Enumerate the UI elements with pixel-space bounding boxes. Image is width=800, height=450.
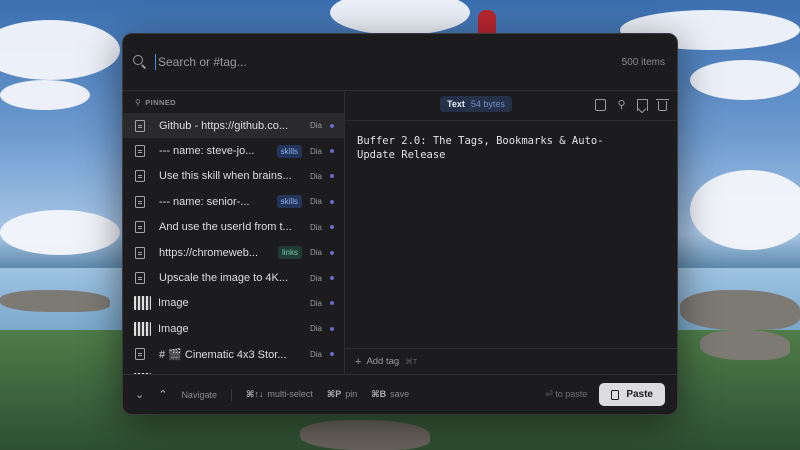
unread-dot [330, 149, 334, 154]
add-tag-button[interactable]: + Add tag ⌘T [345, 348, 677, 374]
to-paste-hint: ⏎ to paste [545, 389, 588, 399]
search-input[interactable] [155, 54, 622, 70]
list-item[interactable]: Upscale the image to 4K... Dia [123, 265, 344, 290]
pin-icon[interactable]: ⚲ [616, 99, 627, 111]
source-app-label: Dia [310, 248, 323, 258]
list-item-label: --- name: senior-... [159, 195, 250, 208]
navigate-hint: Navigate [181, 389, 217, 400]
source-app-label: Dia [310, 324, 323, 334]
unread-dot [330, 301, 334, 306]
paste-button[interactable]: Paste [599, 383, 665, 406]
unread-dot [330, 352, 334, 357]
pin-hint: ⌘P pin [326, 389, 358, 399]
add-tag-label: Add tag [366, 356, 400, 367]
list-item-label: Upscale the image to 4K... [159, 272, 289, 285]
preview-toolbar: Text 54 bytes ⚲ [345, 91, 677, 120]
source-app-label: Dia [310, 171, 323, 181]
list-item-label: --- name: steve-jo... [159, 145, 255, 158]
footer-bar: ⌄ ⌃ Navigate ⌘↑↓ multi-select ⌘P pin ⌘B sav… [123, 374, 677, 414]
content-size: 54 bytes [470, 99, 505, 109]
list-item[interactable]: Image Dia [123, 316, 344, 341]
list-item-label: # 🎬 Cinematic 4x3 Stor... [159, 348, 287, 361]
list-item[interactable]: --- name: steve-jo... skills Dia [123, 138, 344, 163]
tag-badge[interactable]: links [277, 246, 302, 260]
type-badge: Text 54 bytes [440, 96, 512, 112]
list-item-label: And use the userId from t... [159, 221, 292, 234]
document-icon [135, 170, 145, 183]
list-item[interactable]: Use this skill when brains... Dia [123, 164, 344, 189]
preview-pane: Text 54 bytes ⚲ Buffer 2.0: The Tags, Bo… [345, 91, 677, 374]
list-item[interactable]: Github - https://github.co... Dia [123, 113, 344, 139]
chevron-down-icon[interactable]: ⌄ [135, 388, 144, 401]
multiselect-hint: ⌘↑↓ multi-select [245, 389, 313, 399]
divider [230, 388, 232, 401]
document-icon [135, 221, 145, 234]
plus-icon: + [355, 355, 362, 368]
list-item[interactable]: # 🎬 Cinematic 4x3 Stor... Dia [123, 342, 344, 367]
source-app-label: Dia [310, 273, 323, 283]
list-item[interactable]: https://chromeweb... links Dia [123, 240, 344, 265]
list-item[interactable]: And use the userId from t... Dia [123, 215, 344, 240]
tag-badge[interactable]: skills [276, 195, 302, 209]
list-item[interactable]: --- name: senior-... skills Dia [123, 189, 344, 214]
list-item-label: Image [158, 297, 189, 310]
list-item-label: Image [158, 322, 189, 335]
document-icon [135, 195, 145, 208]
unread-dot [330, 225, 334, 230]
content-type: Text [447, 99, 465, 109]
preview-content[interactable]: Buffer 2.0: The Tags, Bookmarks & Auto- … [357, 134, 637, 162]
search-bar: 500 items [123, 34, 677, 90]
pinned-section-header: ⚲ PINNED [135, 97, 177, 107]
source-app-label: Dia [310, 146, 323, 156]
chevron-up-icon[interactable]: ⌃ [158, 388, 167, 401]
list-item-label: https://chromeweb... [159, 246, 259, 259]
bookmark-icon[interactable] [637, 99, 648, 111]
trash-icon[interactable] [656, 99, 669, 111]
document-icon [135, 145, 145, 158]
document-icon [135, 119, 145, 132]
unread-dot [330, 326, 334, 331]
copy-icon[interactable] [595, 99, 606, 111]
add-tag-shortcut: ⌘T [405, 357, 418, 366]
image-thumbnail-icon [134, 296, 151, 311]
document-icon [135, 246, 145, 259]
source-app-label: Dia [310, 222, 323, 232]
source-app-label: Dia [310, 349, 323, 359]
clipboard-icon [611, 389, 620, 400]
document-icon [135, 348, 145, 361]
unread-dot [330, 199, 334, 204]
unread-dot [330, 250, 334, 255]
list-item[interactable]: I [123, 367, 344, 374]
list-item-label: Github - https://github.co... [159, 119, 289, 132]
pin-icon: ⚲ [135, 97, 142, 107]
unread-dot [330, 174, 334, 179]
document-icon [135, 272, 145, 285]
clipboard-list[interactable]: ⚲ PINNED Github - https://github.co... Di… [123, 91, 344, 374]
list-item-label: Use this skill when brains... [159, 170, 292, 183]
clipboard-manager-window: 500 items ⚲ PINNED Github - https://gith… [122, 33, 678, 415]
item-count: 500 items [621, 56, 665, 68]
list-item[interactable]: Image Dia [123, 291, 344, 316]
unread-dot [330, 123, 334, 128]
unread-dot [330, 276, 334, 281]
image-thumbnail-icon [134, 321, 151, 336]
search-icon [133, 55, 147, 69]
save-hint: ⌘B save [371, 389, 410, 399]
divider [345, 120, 677, 121]
source-app-label: Dia [310, 298, 323, 308]
source-app-label: Dia [310, 121, 323, 131]
tag-badge[interactable]: skills [276, 144, 302, 158]
source-app-label: Dia [310, 197, 323, 207]
